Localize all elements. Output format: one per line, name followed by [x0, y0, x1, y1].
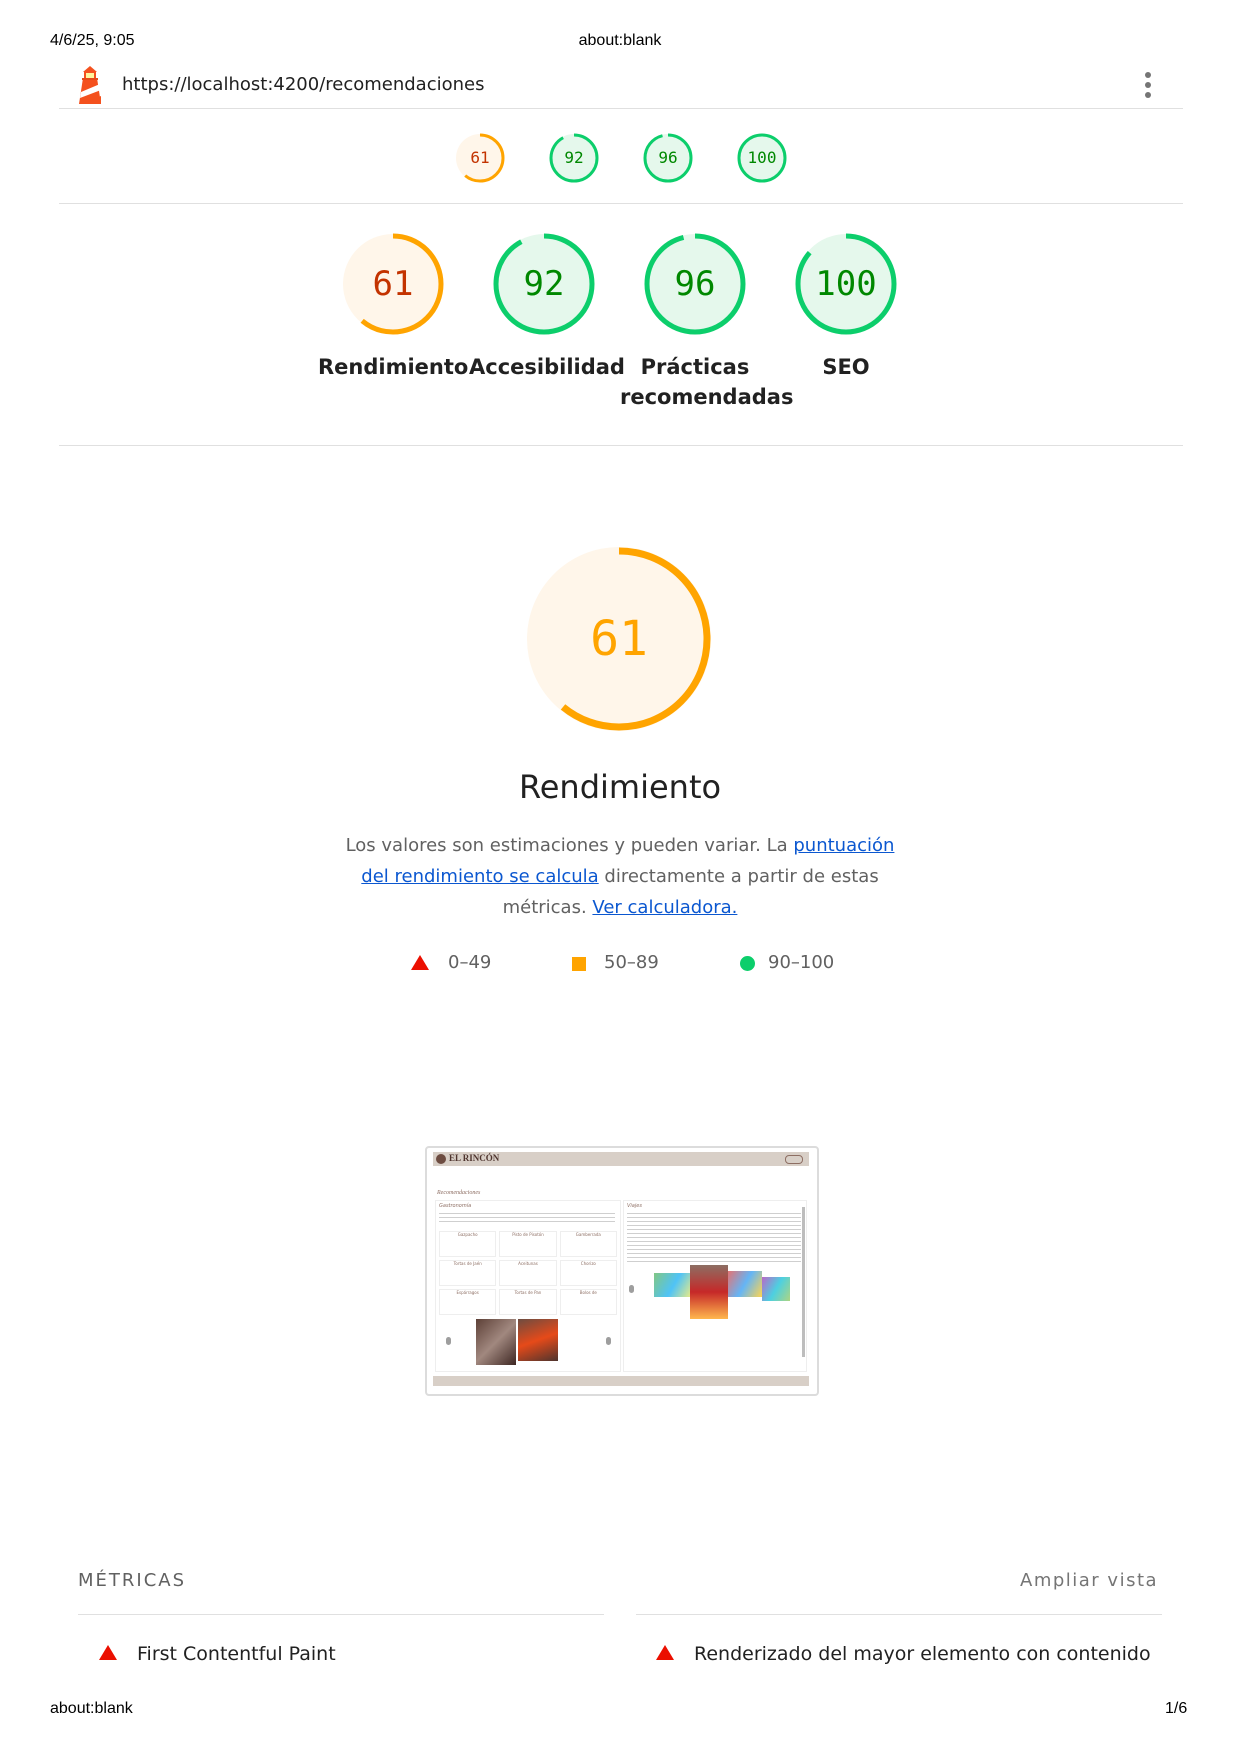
fail-triangle-icon [99, 1645, 117, 1660]
mini-gauge-accessibility[interactable]: 92 [548, 132, 600, 184]
lighthouse-logo-icon [77, 66, 103, 108]
metrics-divider [636, 1614, 1162, 1615]
thumb-text-lines [627, 1213, 801, 1263]
metric-lcp[interactable]: Renderizado del mayor elemento con conte… [694, 1643, 1151, 1665]
category-score: 61 [372, 264, 414, 304]
performance-gauge: 61 [524, 544, 714, 734]
mini-score-value: 100 [747, 148, 777, 167]
category-best-practices[interactable]: 96 Prácticas recomendadas [620, 232, 794, 412]
thumb-text-lines [439, 1213, 615, 1225]
mini-score-row: 61 92 96 100 [59, 110, 1183, 204]
thumb-prev-icon [629, 1285, 634, 1293]
mini-gauge-best-practices[interactable]: 96 [642, 132, 694, 184]
thumb-button [785, 1155, 803, 1164]
performance-title: Rendimiento [518, 768, 722, 806]
thumb-food-image [518, 1319, 558, 1361]
final-screenshot[interactable]: EL RINCÓN Recomendaciones Gastronomía Ga… [425, 1146, 819, 1396]
legend-fail-range: 0–49 [448, 952, 492, 973]
thumb-dish-card: Gazpacho [439, 1231, 497, 1257]
mini-score-value: 96 [658, 148, 678, 167]
category-label: Accesibilidad [469, 355, 625, 379]
pass-circle-icon [740, 956, 755, 971]
performance-score: 61 [590, 611, 648, 667]
category-accessibility[interactable]: 92 Accesibilidad [469, 232, 625, 382]
category-score: 92 [523, 264, 565, 304]
thumb-dish-card: Tortas de Jaén [439, 1260, 497, 1286]
description-text: Los valores son estimaciones y pueden va… [345, 835, 794, 856]
mini-score-value: 92 [564, 148, 584, 167]
thumb-travel-image [728, 1271, 762, 1297]
thumb-logo-icon [436, 1154, 446, 1164]
thumb-dish-card: Aceitunas [499, 1260, 557, 1286]
report-topbar: https://localhost:4200/recomendaciones [59, 62, 1183, 109]
thumb-travel-image [654, 1273, 694, 1297]
thumb-dish-card: Gamberrada [559, 1231, 617, 1257]
category-performance[interactable]: 61 Rendimiento [318, 232, 468, 382]
report-url[interactable]: https://localhost:4200/recomendaciones [122, 74, 485, 95]
thumb-food-image [476, 1319, 516, 1365]
thumb-left-panel: Gastronomía Gazpacho Pisto de Pisotón Ga… [435, 1200, 621, 1372]
fail-triangle-icon [656, 1645, 674, 1660]
mini-gauge-performance[interactable]: 61 [454, 132, 506, 184]
thumb-navbar: EL RINCÓN [433, 1152, 809, 1166]
category-scores: 61 Rendimiento 92 Accesibilidad 96 Práct… [59, 204, 1183, 446]
mini-score-value: 61 [470, 148, 490, 167]
more-options-icon[interactable] [1145, 72, 1153, 102]
print-page-number: 1/6 [1165, 1700, 1188, 1717]
thumb-prev-icon [446, 1337, 451, 1345]
category-label: SEO [822, 355, 870, 379]
thumb-travel-image [762, 1277, 790, 1301]
category-seo[interactable]: 100 SEO [771, 232, 921, 382]
print-title: about:blank [578, 32, 662, 49]
thumb-heading: Recomendaciones [437, 1190, 481, 1196]
thumb-footer [433, 1376, 809, 1386]
thumb-dish-card: Chorizo [559, 1260, 617, 1286]
thumb-dish-grid: Gazpacho Pisto de Pisotón Gamberrada Tor… [439, 1231, 617, 1315]
thumb-right-panel: Viajes [623, 1200, 807, 1372]
thumb-dish-card: Espárragos [439, 1289, 497, 1315]
thumb-dish-card: Bolos de [559, 1289, 617, 1315]
fail-triangle-icon [411, 955, 429, 970]
average-square-icon [572, 957, 586, 971]
thumb-scrollbar [802, 1207, 805, 1357]
thumb-dish-card: Pisto de Pisotón [499, 1231, 557, 1257]
category-label: Prácticas recomendadas [620, 355, 794, 409]
category-score: 96 [674, 264, 716, 304]
thumb-next-icon [606, 1337, 611, 1345]
thumb-brand: EL RINCÓN [449, 1153, 500, 1163]
metric-fcp[interactable]: First Contentful Paint [137, 1643, 336, 1665]
metrics-divider [78, 1614, 604, 1615]
thumb-travel-image [690, 1265, 728, 1319]
legend-average-range: 50–89 [604, 952, 659, 973]
legend-pass-range: 90–100 [768, 952, 835, 973]
calculator-link[interactable]: Ver calculadora. [592, 897, 737, 918]
thumb-dish-card: Tortas de Pan [499, 1289, 557, 1315]
expand-view-toggle[interactable]: Ampliar vista [1020, 1570, 1158, 1591]
category-score: 100 [815, 264, 877, 304]
performance-description: Los valores son estimaciones y pueden va… [340, 830, 900, 923]
print-footer-left: about:blank [50, 1700, 133, 1717]
thumb-left-title: Gastronomía [439, 1203, 472, 1209]
metrics-heading: MÉTRICAS [78, 1570, 187, 1591]
category-label: Rendimiento [318, 355, 469, 379]
mini-gauge-seo[interactable]: 100 [736, 132, 788, 184]
thumb-right-title: Viajes [627, 1203, 642, 1209]
